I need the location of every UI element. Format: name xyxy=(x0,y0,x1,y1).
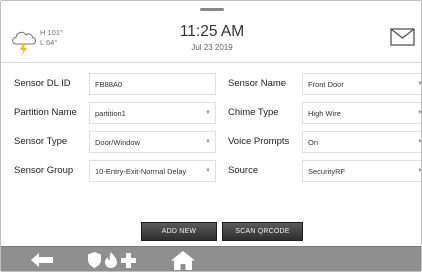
source-value: SecurityRF xyxy=(308,167,346,176)
sensor-type-value: Door/Window xyxy=(95,138,141,147)
app-screen: H 101° L 64° 11:25 AM Jul 23 2019 Sensor… xyxy=(0,0,422,272)
sensor-group-value: 10-Entry-Exit-Normal Delay xyxy=(95,167,187,176)
chime-type-value: High Wire xyxy=(308,109,341,118)
chevron-down-icon: ▼ xyxy=(205,139,211,145)
sensor-dl-id-field[interactable]: FB88A0 xyxy=(89,73,216,95)
mail-icon[interactable] xyxy=(390,28,415,46)
voice-prompts-select[interactable]: On ▼ xyxy=(302,131,421,153)
chevron-down-icon: ▼ xyxy=(417,81,421,87)
form-row: Sensor DL ID FB88A0 Sensor Name Front Do… xyxy=(1,72,421,96)
form-row: Sensor Group 10-Entry-Exit-Normal Delay … xyxy=(1,159,421,183)
partition-name-label: Partition Name xyxy=(14,107,77,118)
storm-cloud-icon xyxy=(12,31,37,56)
clock-time: 11:25 AM xyxy=(179,23,245,40)
clock-date: Jul 23 2019 xyxy=(191,43,233,52)
sensor-name-field[interactable]: Front Door ▼ xyxy=(302,73,421,95)
chevron-down-icon: ▼ xyxy=(417,139,421,145)
voice-prompts-value: On xyxy=(308,138,319,147)
back-arrow-icon[interactable] xyxy=(31,253,53,267)
fire-icon[interactable] xyxy=(105,252,117,268)
form-row: Sensor Type Door/Window ▼ Voice Prompts … xyxy=(1,130,421,154)
chevron-down-icon: ▼ xyxy=(417,168,421,174)
shield-icon[interactable] xyxy=(88,252,101,268)
bottom-nav-bar xyxy=(1,246,421,271)
sensor-type-label: Sensor Type xyxy=(14,136,68,147)
medical-cross-icon[interactable] xyxy=(121,253,136,268)
chevron-down-icon: ▼ xyxy=(205,110,211,116)
pull-down-handle[interactable] xyxy=(200,8,224,11)
sensor-dl-id-value: FB88A0 xyxy=(95,80,123,89)
chime-type-label: Chime Type xyxy=(228,107,279,118)
source-select[interactable]: SecurityRF ▼ xyxy=(302,160,421,182)
source-label: Source xyxy=(228,165,259,176)
header-divider xyxy=(1,62,421,63)
sensor-group-select[interactable]: 10-Entry-Exit-Normal Delay ▼ xyxy=(89,160,216,182)
sensor-group-label: Sensor Group xyxy=(14,165,74,176)
sensor-name-value: Front Door xyxy=(308,80,344,89)
weather-widget[interactable]: H 101° L 64° xyxy=(10,25,100,59)
sensor-name-label: Sensor Name xyxy=(228,78,287,89)
home-icon[interactable] xyxy=(171,251,195,270)
sensor-type-select[interactable]: Door/Window ▼ xyxy=(89,131,216,153)
temperature-high: H 101° xyxy=(40,28,64,37)
add-new-button[interactable]: ADD NEW xyxy=(141,222,217,241)
chime-type-select[interactable]: High Wire ▼ xyxy=(302,102,421,124)
scan-qrcode-button[interactable]: SCAN QRCODE xyxy=(222,222,303,241)
chevron-down-icon: ▼ xyxy=(205,168,211,174)
temperature-low: L 64° xyxy=(40,38,58,47)
voice-prompts-label: Voice Prompts xyxy=(228,136,290,147)
form-row: Partition Name partition1 ▼ Chime Type H… xyxy=(1,101,421,125)
partition-name-value: partition1 xyxy=(95,109,126,118)
chevron-down-icon: ▼ xyxy=(417,110,421,116)
sensor-dl-id-label: Sensor DL ID xyxy=(14,78,71,89)
partition-name-select[interactable]: partition1 ▼ xyxy=(89,102,216,124)
